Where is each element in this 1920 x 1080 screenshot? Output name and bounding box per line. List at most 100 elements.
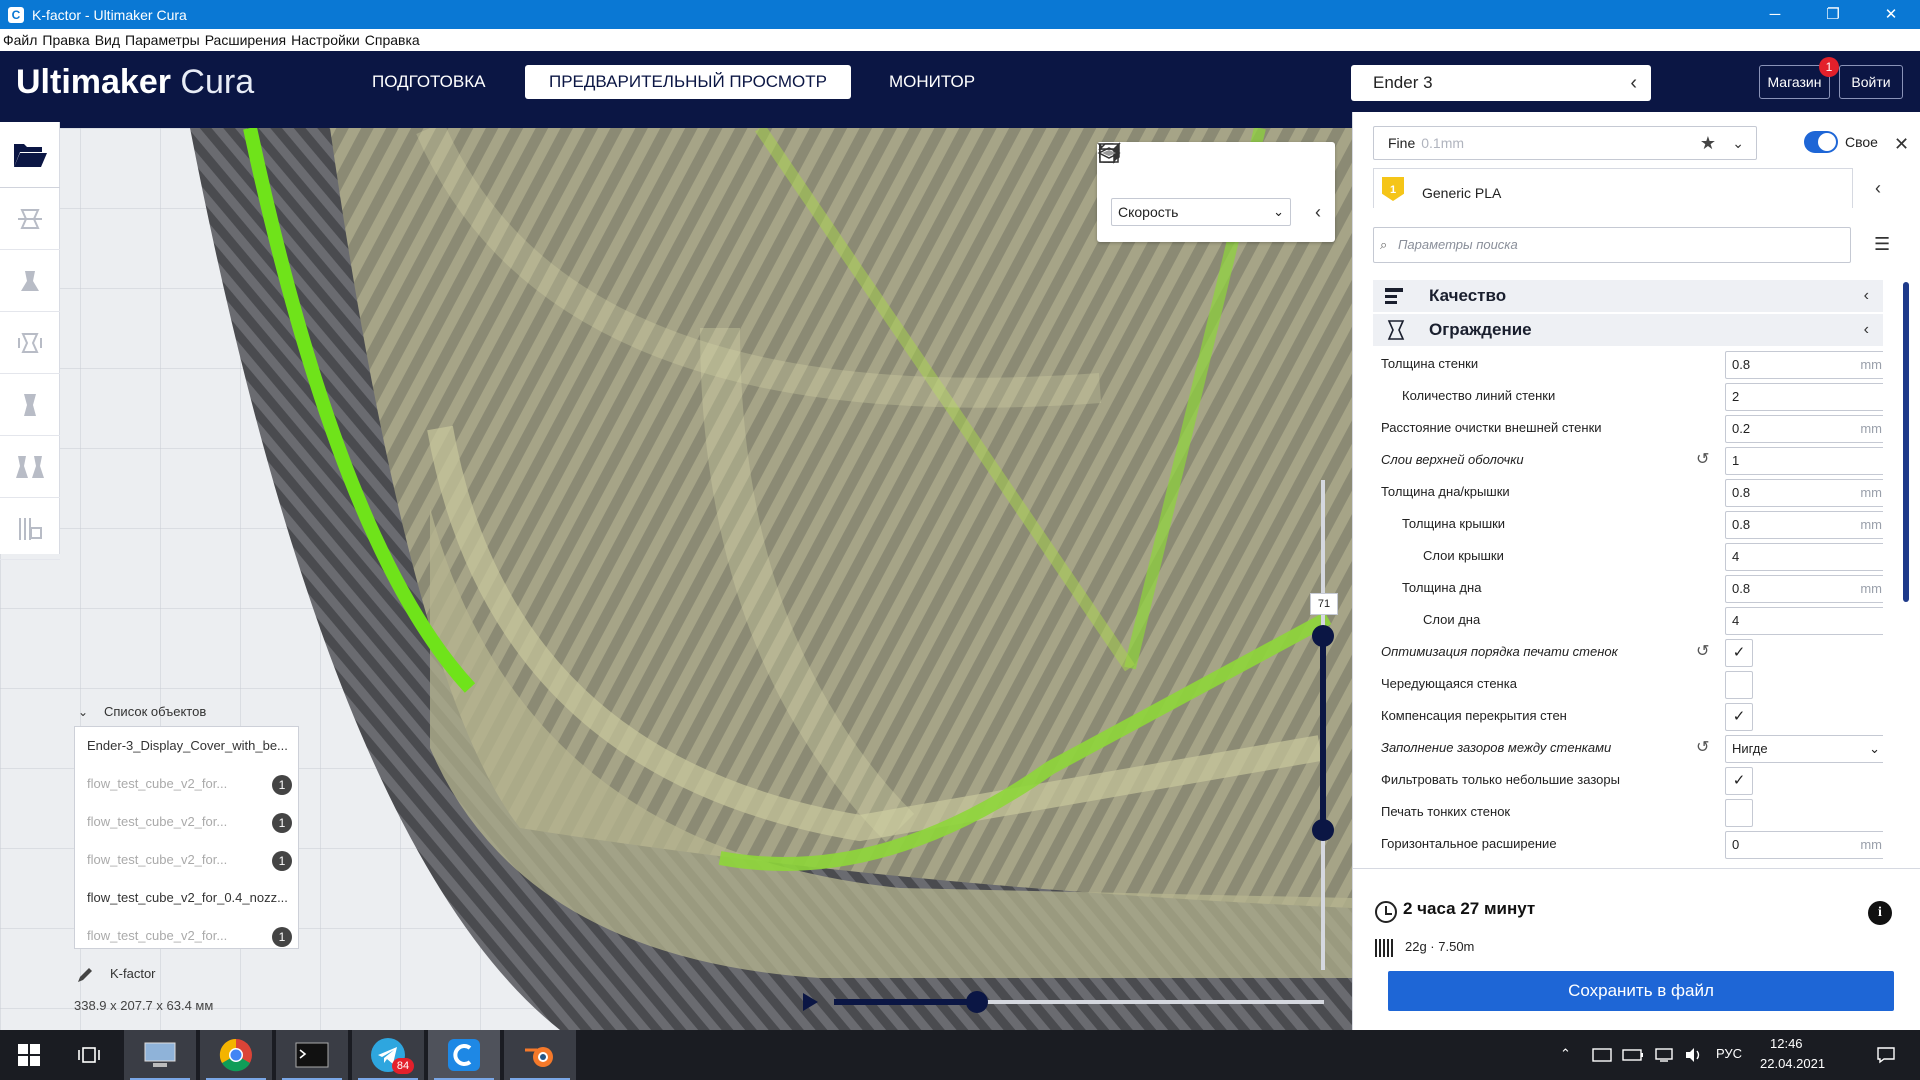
settings-search-input[interactable]: ⌕ Параметры поиска [1373, 227, 1851, 263]
menu-edit[interactable]: Правка [42, 32, 89, 48]
pencil-icon[interactable] [76, 966, 94, 984]
folder-open-icon [14, 143, 47, 167]
setting-value-input[interactable]: 0.8 mm [1725, 479, 1883, 507]
list-item[interactable]: flow_test_cube_v2_for... 1 [75, 917, 298, 955]
setting-value-input[interactable]: 2 [1725, 383, 1883, 411]
volume-icon[interactable] [1684, 1047, 1704, 1063]
current-layer-label[interactable]: 71 [1310, 593, 1338, 615]
path-slider[interactable] [798, 990, 1324, 1014]
per-model-settings-button[interactable] [0, 436, 60, 498]
battery-icon[interactable] [1622, 1048, 1644, 1062]
tab-preview[interactable]: ПРЕДВАРИТЕЛЬНЫЙ ПРОСМОТР [525, 65, 851, 99]
reset-icon[interactable]: ↺ [1696, 444, 1709, 476]
taskbar-app-chrome[interactable] [200, 1030, 272, 1080]
setting-checkbox[interactable]: ✓ [1725, 639, 1753, 667]
layer-view-icon[interactable] [1097, 142, 1121, 164]
menu-file[interactable]: Файл [3, 32, 37, 48]
menu-settings[interactable]: Параметры [125, 32, 200, 48]
category-shell[interactable]: Ограждение ‹ [1373, 314, 1883, 346]
material-tab[interactable]: 1 Generic PLA [1373, 168, 1853, 208]
taskbar-app-telegram[interactable]: 84 [352, 1030, 424, 1080]
setting-label: Слои верхней оболочки [1381, 452, 1524, 467]
layer-slider-lower-handle[interactable] [1312, 819, 1334, 841]
maximize-button[interactable]: ❐ [1804, 0, 1862, 29]
setting-checkbox[interactable]: ✓ [1725, 703, 1753, 731]
reset-icon[interactable]: ↺ [1696, 732, 1709, 764]
setting-value-input[interactable]: 4 [1725, 543, 1883, 571]
save-to-file-button[interactable]: Сохранить в файл [1388, 971, 1894, 1011]
setting-value-input[interactable]: 4 [1725, 607, 1883, 635]
close-icon[interactable]: ✕ [1894, 134, 1909, 155]
clock-time[interactable]: 12:46 [1770, 1036, 1803, 1051]
network-icon[interactable] [1654, 1047, 1674, 1063]
device-icon[interactable] [1592, 1048, 1612, 1062]
clock-date[interactable]: 22.04.2021 [1760, 1056, 1825, 1071]
project-name[interactable]: K-factor [110, 966, 156, 981]
taskbar-app-terminal[interactable] [276, 1030, 348, 1080]
taskbar-app-blender[interactable] [504, 1030, 576, 1080]
open-file-button[interactable] [0, 122, 60, 188]
play-icon[interactable] [800, 991, 820, 1013]
setting-checkbox[interactable] [1725, 671, 1753, 699]
list-item[interactable]: flow_test_cube_v2_for... 1 [75, 841, 298, 879]
setting-value-input[interactable]: 1 [1725, 447, 1883, 475]
task-view-button[interactable] [58, 1030, 120, 1080]
chevron-left-icon: ‹ [1630, 72, 1637, 94]
login-button[interactable]: Войти [1839, 65, 1903, 99]
setting-value-input[interactable]: 0.2 mm [1725, 415, 1883, 443]
info-icon[interactable]: i [1868, 901, 1892, 925]
start-button[interactable] [0, 1030, 58, 1080]
chevron-left-icon[interactable]: ‹ [1875, 178, 1881, 199]
setting-label: Горизонтальное расширение [1381, 836, 1557, 851]
setting-row: Количество линий стенки 2 [1373, 380, 1883, 412]
menu-preferences[interactable]: Настройки [291, 32, 360, 48]
setting-value-input[interactable]: 0.8 mm [1725, 575, 1883, 603]
notifications-icon[interactable] [1876, 1046, 1896, 1064]
setting-value-input[interactable]: 0 mm [1725, 831, 1883, 859]
close-window-button[interactable]: ✕ [1862, 0, 1920, 29]
taskbar-app-cura[interactable] [428, 1030, 500, 1080]
setting-checkbox[interactable] [1725, 799, 1753, 827]
path-slider-handle[interactable] [966, 991, 988, 1013]
setting-select[interactable]: Нигде ⌄ [1725, 735, 1883, 763]
list-item[interactable]: flow_test_cube_v2_for... 1 [75, 765, 298, 803]
chevron-down-icon: ⌄ [78, 705, 89, 719]
collapse-view-controls-icon[interactable]: ‹ [1315, 202, 1321, 223]
list-item[interactable]: flow_test_cube_v2_for... 1 [75, 803, 298, 841]
tab-monitor[interactable]: МОНИТОР [873, 65, 991, 99]
setting-value-input[interactable]: 0.8 mm [1725, 351, 1883, 379]
minimize-button[interactable]: ─ [1746, 0, 1804, 29]
support-blocker-button[interactable] [0, 498, 60, 560]
setting-checkbox[interactable]: ✓ [1725, 767, 1753, 795]
reset-icon[interactable]: ↺ [1696, 636, 1709, 668]
mirror-tool-button[interactable] [0, 374, 60, 436]
color-scheme-select[interactable]: Скорость ⌄ [1111, 198, 1291, 226]
category-quality[interactable]: Качество ‹ [1373, 280, 1883, 312]
move-tool-button[interactable] [0, 188, 60, 250]
layer-slider-range [1320, 635, 1326, 835]
hamburger-menu-icon[interactable]: ☰ [1874, 234, 1890, 255]
menu-view[interactable]: Вид [95, 32, 120, 48]
setting-value-input[interactable]: 0.8 mm [1725, 511, 1883, 539]
star-icon[interactable]: ★ [1700, 127, 1716, 159]
list-item[interactable]: flow_test_cube_v2_for_0.4_nozz... [75, 879, 298, 917]
list-item[interactable]: Ender-3_Display_Cover_with_be... [75, 727, 298, 765]
rotate-tool-button[interactable] [0, 312, 60, 374]
input-language[interactable]: РУС [1716, 1046, 1742, 1061]
layer-slider[interactable] [1312, 480, 1334, 970]
3d-viewport[interactable]: ⌄ Список объектов Ender-3_Display_Cover_… [0, 128, 1352, 1030]
profile-selector[interactable]: Fine 0.1mm ★ ⌄ [1373, 126, 1757, 160]
tab-prepare[interactable]: ПОДГОТОВКА [356, 65, 501, 99]
menu-extensions[interactable]: Расширения [205, 32, 286, 48]
custom-mode-toggle[interactable] [1804, 131, 1838, 153]
cura-app-icon: C [8, 6, 24, 23]
printer-selector[interactable]: Ender 3 ‹ [1351, 65, 1651, 101]
scale-tool-button[interactable] [0, 250, 60, 312]
taskbar-app-explorer[interactable] [124, 1030, 196, 1080]
layer-slider-upper-handle[interactable] [1312, 625, 1334, 647]
custom-mode-label: Свое [1845, 134, 1878, 150]
menu-help[interactable]: Справка [365, 32, 420, 48]
tray-expand-icon[interactable]: ⌃ [1560, 1046, 1571, 1062]
settings-scrollbar[interactable] [1903, 282, 1909, 602]
object-list-header[interactable]: ⌄ Список объектов [74, 700, 302, 724]
